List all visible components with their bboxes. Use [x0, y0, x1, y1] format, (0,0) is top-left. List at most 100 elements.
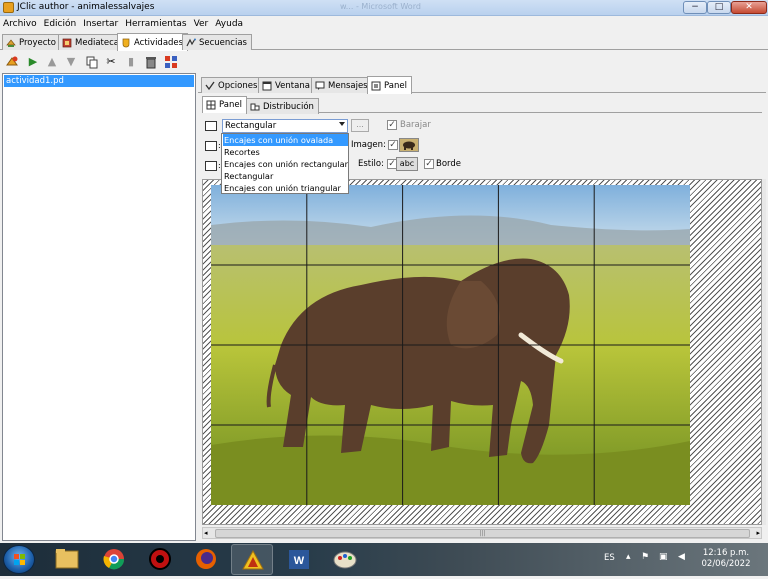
- jclic-app-icon: [3, 2, 14, 13]
- option-encajes-ovalada[interactable]: Encajes con unión ovalada: [223, 134, 348, 146]
- move-down-icon[interactable]: ▼: [64, 55, 78, 69]
- taskbar-firefox[interactable]: [185, 544, 227, 575]
- language-indicator[interactable]: ES: [604, 553, 615, 563]
- barajar-checkbox[interactable]: ✓: [387, 120, 397, 130]
- network-icon[interactable]: ▣: [659, 552, 668, 562]
- tab-mensajes[interactable]: Mensajes: [311, 77, 373, 93]
- option-encajes-triangular[interactable]: Encajes con unión triangular: [223, 182, 348, 194]
- tab-opciones[interactable]: Opciones: [201, 77, 263, 93]
- menu-ver[interactable]: Ver: [194, 19, 209, 29]
- tab-proyecto[interactable]: Proyecto: [2, 34, 61, 50]
- main-tab-bar: Proyecto Mediateca Actividades Secuencia…: [0, 33, 768, 51]
- tab-mediateca-label: Mediateca: [75, 37, 119, 48]
- tab-ventana[interactable]: Ventana: [258, 77, 315, 93]
- menu-insertar[interactable]: Insertar: [83, 19, 118, 29]
- paste-icon[interactable]: ▮: [124, 55, 138, 69]
- menu-herramientas[interactable]: Herramientas: [125, 19, 186, 29]
- elephant-photo: [211, 185, 690, 505]
- taskbar-chrome[interactable]: [93, 544, 135, 575]
- background-window-title: w... - Microsoft Word: [340, 2, 421, 11]
- activity-toolbar: ▶ ▲ ▼ ✂ ▮: [0, 52, 200, 72]
- taskbar-word[interactable]: W: [278, 544, 320, 575]
- taskbar-explorer[interactable]: [46, 544, 88, 575]
- grid-layout-icon: [205, 141, 217, 151]
- flag-icon[interactable]: ⚑: [641, 552, 649, 562]
- estilo-label: Estilo:: [358, 159, 384, 169]
- vertical-scrollbar[interactable]: [762, 179, 766, 525]
- option-recortes[interactable]: Recortes: [223, 146, 348, 158]
- media-library-icon: [62, 38, 72, 47]
- shaper-combo[interactable]: Rectangular: [222, 119, 348, 133]
- grid-tool-icon[interactable]: [164, 55, 178, 69]
- option-rectangular[interactable]: Rectangular: [223, 170, 348, 182]
- chevron-down-icon[interactable]: [339, 122, 345, 126]
- taskbar-red-app[interactable]: [139, 544, 181, 575]
- panel-icon: [371, 81, 381, 90]
- menu-edicion[interactable]: Edición: [44, 19, 77, 29]
- scroll-right-arrow-icon[interactable]: ▸: [756, 529, 760, 537]
- clock[interactable]: 12:16 p.m. 02/06/2022: [700, 548, 752, 570]
- play-icon[interactable]: ▶: [26, 55, 40, 69]
- image-thumbnail[interactable]: [399, 138, 419, 152]
- folder-icon: [55, 549, 79, 569]
- imagen-label: Imagen:: [351, 140, 386, 150]
- activity-list-item-selected[interactable]: actividad1.pd: [4, 75, 194, 87]
- tab-proyecto-label: Proyecto: [19, 37, 56, 48]
- menu-archivo[interactable]: Archivo: [3, 19, 37, 29]
- title-bar: JClic author - animalessalvajes w... - M…: [0, 0, 768, 16]
- chevron-up-icon[interactable]: ▴: [626, 552, 631, 562]
- tab-panel-inner[interactable]: Panel: [202, 96, 247, 113]
- window-icon: [262, 81, 272, 90]
- menu-ayuda[interactable]: Ayuda: [215, 19, 243, 29]
- barajar-label: Barajar: [400, 120, 431, 130]
- close-button[interactable]: ✕: [731, 1, 767, 14]
- tab-panel[interactable]: Panel: [367, 76, 412, 94]
- shaper-settings-button[interactable]: ...: [351, 119, 369, 132]
- horizontal-scrollbar[interactable]: ◂ ||| ▸: [202, 527, 762, 539]
- taskbar-autocad[interactable]: [231, 544, 273, 575]
- move-up-icon[interactable]: ▲: [45, 55, 59, 69]
- taskbar-paint[interactable]: [324, 544, 366, 575]
- copy-icon[interactable]: [85, 55, 99, 69]
- scroll-thumb[interactable]: |||: [215, 529, 750, 538]
- option-encajes-rectangular[interactable]: Encajes con unión rectangular: [223, 158, 348, 170]
- clock-time: 12:16 p.m.: [702, 548, 750, 558]
- cut-icon[interactable]: ✂: [104, 55, 118, 69]
- new-activity-icon[interactable]: [5, 55, 19, 69]
- style-sample-button[interactable]: abc: [396, 157, 418, 171]
- shaper-dropdown-list: Encajes con unión ovalada Recortes Encaj…: [221, 133, 349, 194]
- tab-panel-label: Panel: [384, 80, 407, 91]
- shaper-combo-value: Rectangular: [225, 121, 277, 131]
- firefox-icon: [196, 549, 216, 569]
- tab-secuencias[interactable]: Secuencias: [182, 34, 252, 50]
- borde-checkbox[interactable]: ✓: [424, 159, 434, 169]
- borde-label: Borde: [436, 159, 462, 169]
- tab-distribucion[interactable]: Distribución: [246, 98, 319, 114]
- tab-mensajes-label: Mensajes: [328, 80, 368, 91]
- tab-panel-inner-label: Panel: [219, 100, 242, 110]
- minimize-button[interactable]: −: [683, 1, 707, 14]
- panel-tab-bar: Panel Distribución: [202, 96, 762, 114]
- volume-icon[interactable]: ◀: [678, 552, 685, 562]
- panel-preview-area: [202, 179, 762, 525]
- taskbar: W ES ▴ ⚑ ▣ ◀ 12:16 p.m. 02/06/2022: [0, 543, 768, 576]
- tab-mediateca[interactable]: Mediateca: [58, 34, 124, 50]
- autocad-icon: [242, 549, 264, 570]
- maximize-button[interactable]: □: [707, 1, 731, 14]
- tab-actividades[interactable]: Actividades: [117, 33, 189, 51]
- photo-svg: [211, 185, 690, 505]
- menu-bar: Archivo Edición Insertar Herramientas Ve…: [0, 16, 768, 32]
- grid-icon: [206, 100, 216, 110]
- start-button[interactable]: [3, 545, 35, 574]
- messages-icon: [315, 81, 325, 90]
- window-title: JClic author - animalessalvajes: [17, 2, 155, 12]
- imagen-checkbox[interactable]: ✓: [388, 140, 398, 150]
- red-app-icon: [149, 548, 171, 570]
- options-icon: [205, 81, 215, 90]
- paint-icon: [333, 551, 357, 569]
- activity-list[interactable]: actividad1.pd: [2, 73, 196, 541]
- scroll-left-arrow-icon[interactable]: ◂: [204, 529, 208, 537]
- project-icon: [6, 38, 16, 47]
- tab-secuencias-label: Secuencias: [199, 37, 247, 48]
- delete-icon[interactable]: [144, 55, 158, 69]
